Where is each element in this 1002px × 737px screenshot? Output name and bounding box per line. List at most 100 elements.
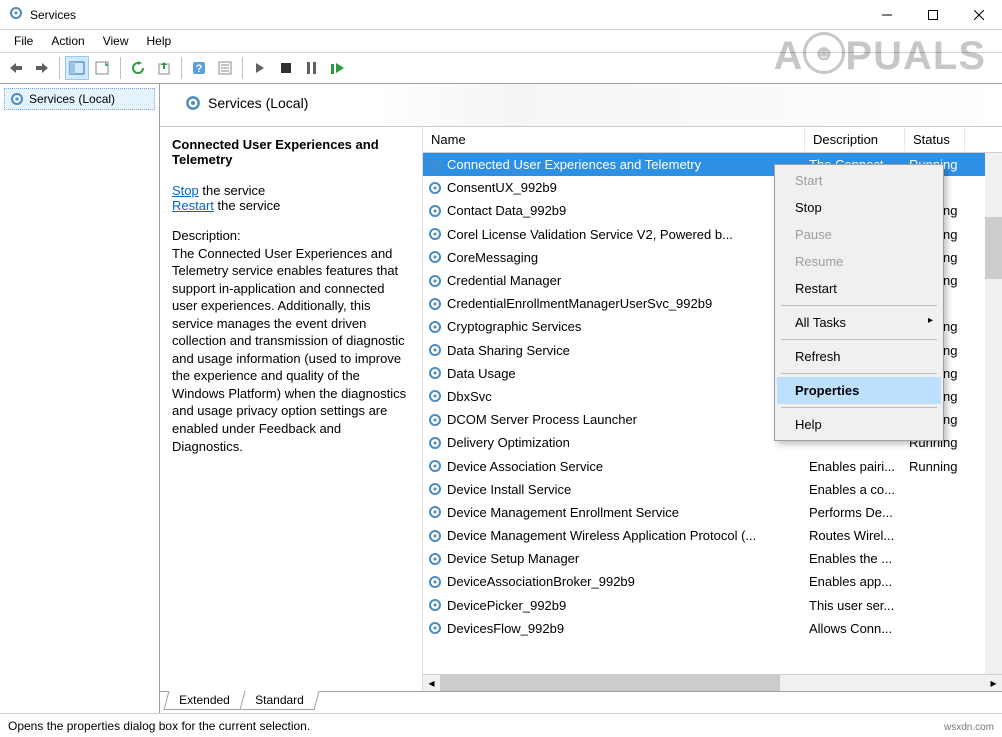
service-desc: Performs De... <box>805 503 905 522</box>
start-service-icon[interactable] <box>248 56 272 80</box>
gear-icon <box>427 412 443 428</box>
service-row[interactable]: Device Management Enrollment Service Perf… <box>423 501 1002 524</box>
minimize-button[interactable] <box>864 0 910 30</box>
stop-service-icon[interactable] <box>274 56 298 80</box>
cm-separator <box>781 339 937 340</box>
service-name: Device Setup Manager <box>447 551 579 566</box>
toolbar-separator <box>181 57 182 79</box>
cm-help[interactable]: Help <box>777 411 941 438</box>
gear-icon <box>427 435 443 451</box>
service-name: Device Install Service <box>447 482 571 497</box>
service-name: DeviceAssociationBroker_992b9 <box>447 574 635 589</box>
vertical-scrollbar[interactable] <box>985 153 1002 674</box>
export-icon[interactable] <box>152 56 176 80</box>
stop-service-link[interactable]: Stop <box>172 183 199 198</box>
menu-action[interactable]: Action <box>43 32 92 50</box>
cm-all-tasks[interactable]: All Tasks <box>777 309 941 336</box>
horizontal-scrollbar[interactable]: ◂ ▸ <box>423 674 1002 691</box>
cm-refresh[interactable]: Refresh <box>777 343 941 370</box>
gear-icon <box>427 388 443 404</box>
restart-service-icon[interactable] <box>326 56 350 80</box>
scroll-right-icon[interactable]: ▸ <box>985 675 1002 692</box>
toolbar-separator <box>59 57 60 79</box>
column-description[interactable]: Description <box>805 128 905 151</box>
gear-icon <box>427 249 443 265</box>
service-name: Device Management Enrollment Service <box>447 505 679 520</box>
service-status: Running <box>905 457 965 476</box>
tree-root-services-local[interactable]: Services (Local) <box>4 88 155 110</box>
cm-stop[interactable]: Stop <box>777 194 941 221</box>
pause-service-icon[interactable] <box>300 56 324 80</box>
menu-file[interactable]: File <box>6 32 41 50</box>
gear-icon <box>427 226 443 242</box>
gear-icon <box>9 91 25 107</box>
cm-restart[interactable]: Restart <box>777 275 941 302</box>
service-row[interactable]: DevicesFlow_992b9Allows Conn... <box>423 617 1002 640</box>
refresh-icon[interactable] <box>126 56 150 80</box>
service-row[interactable]: DeviceAssociationBroker_992b9Enables app… <box>423 570 1002 593</box>
service-name: Credential Manager <box>447 273 561 288</box>
service-desc: Enables the ... <box>805 549 905 568</box>
pane-header: Services (Local) <box>160 84 1002 127</box>
context-menu: Start Stop Pause Resume Restart All Task… <box>774 164 944 441</box>
service-name: Data Sharing Service <box>447 343 570 358</box>
service-row[interactable]: Device Install ServiceEnables a co... <box>423 478 1002 501</box>
gear-icon <box>427 296 443 312</box>
column-name[interactable]: Name <box>423 128 805 151</box>
service-status <box>905 487 965 491</box>
services-app-icon <box>8 5 24 24</box>
service-name: Delivery Optimization <box>447 435 570 450</box>
cm-separator <box>781 373 937 374</box>
scroll-left-icon[interactable]: ◂ <box>423 675 440 692</box>
service-name: Data Usage <box>447 366 516 381</box>
tab-standard[interactable]: Standard <box>239 691 319 710</box>
cm-properties[interactable]: Properties <box>777 377 941 404</box>
service-row[interactable]: Device Association ServiceEnables pairi.… <box>423 454 1002 477</box>
service-name: DCOM Server Process Launcher <box>447 412 637 427</box>
tree-pane: Services (Local) <box>0 84 160 713</box>
service-name: Contact Data_992b9 <box>447 203 566 218</box>
menu-view[interactable]: View <box>95 32 137 50</box>
service-name: Device Management Wireless Application P… <box>447 528 756 543</box>
view-tabs: Extended Standard <box>160 691 1002 713</box>
hscroll-thumb[interactable] <box>440 675 780 692</box>
tree-root-label: Services (Local) <box>29 92 115 106</box>
toolbar-separator <box>120 57 121 79</box>
gear-icon <box>427 574 443 590</box>
gear-icon <box>427 481 443 497</box>
window-title: Services <box>30 8 864 22</box>
toolbar: ? <box>0 52 1002 84</box>
gear-icon <box>427 157 443 173</box>
service-status <box>905 534 965 538</box>
service-row[interactable]: Device Management Wireless Application P… <box>423 524 1002 547</box>
nav-back-icon[interactable] <box>4 56 28 80</box>
stop-suffix: the service <box>199 183 265 198</box>
close-button[interactable] <box>956 0 1002 30</box>
export-list-icon[interactable] <box>91 56 115 80</box>
list-header: Name Description Status <box>423 127 1002 153</box>
service-desc <box>805 441 905 445</box>
gear-icon <box>427 319 443 335</box>
gear-icon <box>427 504 443 520</box>
column-status[interactable]: Status <box>905 128 965 151</box>
maximize-button[interactable] <box>910 0 956 30</box>
statusbar-text: Opens the properties dialog box for the … <box>8 719 310 733</box>
service-row[interactable]: Device Setup Manager Enables the ... <box>423 547 1002 570</box>
menu-help[interactable]: Help <box>139 32 180 50</box>
service-name: DevicesFlow_992b9 <box>447 621 564 636</box>
cm-separator <box>781 407 937 408</box>
description-label: Description: <box>172 227 410 245</box>
show-hide-tree-icon[interactable] <box>65 56 89 80</box>
gear-icon <box>427 620 443 636</box>
nav-forward-icon[interactable] <box>30 56 54 80</box>
service-desc: Enables pairi... <box>805 457 905 476</box>
vscroll-thumb[interactable] <box>985 217 1002 279</box>
service-row[interactable]: DevicePicker_992b9This user ser... <box>423 594 1002 617</box>
restart-service-link[interactable]: Restart <box>172 198 214 213</box>
tab-extended[interactable]: Extended <box>163 691 245 710</box>
properties-icon[interactable] <box>213 56 237 80</box>
selected-service-title: Connected User Experiences and Telemetry <box>172 137 410 167</box>
statusbar: Opens the properties dialog box for the … <box>0 713 1002 737</box>
cm-start: Start <box>777 167 941 194</box>
help-icon[interactable]: ? <box>187 56 211 80</box>
